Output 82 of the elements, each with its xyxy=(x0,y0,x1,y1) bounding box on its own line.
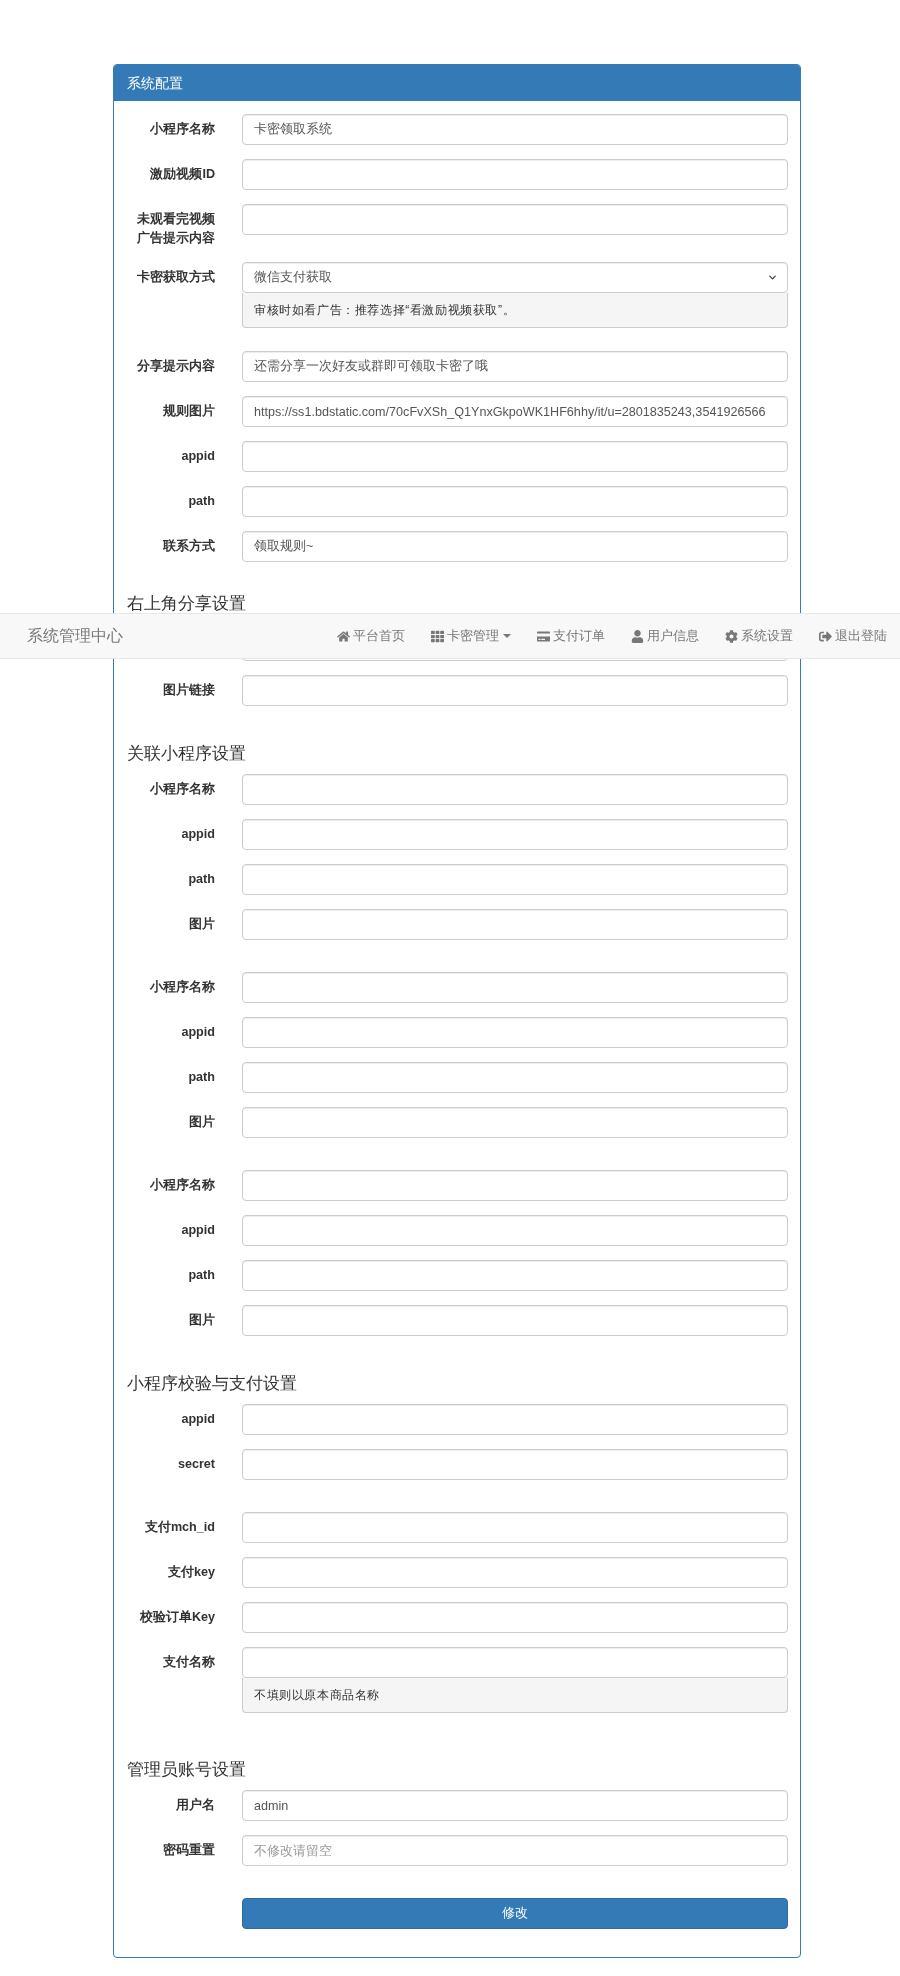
field-label: 联系方式 xyxy=(163,537,215,555)
panel-header: 系统配置 xyxy=(114,65,800,101)
logout-icon xyxy=(819,629,832,643)
input-field[interactable] xyxy=(242,774,788,805)
settings-icon xyxy=(725,629,738,643)
field-label: 图片 xyxy=(189,916,215,933)
section-heading: 管理员账号设置 xyxy=(127,1759,246,1779)
input-field[interactable] xyxy=(242,1215,788,1246)
field-label: appid xyxy=(181,448,215,465)
field-label: secret xyxy=(177,1456,215,1473)
help-text: 审核时如看广告：推荐选择“看激励视频获取”。 xyxy=(242,293,788,328)
field-label: 卡密获取方式 xyxy=(137,268,215,286)
input-field[interactable] xyxy=(242,441,788,472)
select-field[interactable]: 微信支付获取 xyxy=(242,262,788,293)
credit-card-icon xyxy=(537,629,550,643)
input-field[interactable] xyxy=(242,864,788,895)
input-field[interactable] xyxy=(242,1602,788,1633)
field-label: appid xyxy=(181,1411,215,1428)
input-field[interactable] xyxy=(242,1305,788,1336)
input-field[interactable]: 不修改请留空 xyxy=(242,1835,788,1866)
field-label: 支付名称 xyxy=(163,1654,215,1671)
field-label: 规则图片 xyxy=(163,403,215,420)
chevron-down-icon xyxy=(767,272,778,283)
field-label: path xyxy=(188,871,215,888)
field-label: path xyxy=(188,1267,215,1284)
input-field[interactable]: 还需分享一次好友或群即可领取卡密了哦 xyxy=(242,351,788,382)
field-label: path xyxy=(188,493,215,510)
input-field[interactable] xyxy=(242,1260,788,1291)
brand-title[interactable]: 系统管理中心 xyxy=(27,625,123,647)
field-label: 小程序名称 xyxy=(150,120,215,138)
nav-link[interactable]: 卡密管理 xyxy=(431,627,511,645)
field-label: 用户名 xyxy=(176,1797,215,1814)
field-label: appid xyxy=(181,1024,215,1041)
nav-link[interactable]: 支付订单 xyxy=(537,627,605,645)
nav-link[interactable]: 退出登陆 xyxy=(819,627,887,645)
nav-link[interactable]: 系统设置 xyxy=(725,627,793,645)
field-label: 小程序名称 xyxy=(150,780,215,798)
user-icon xyxy=(631,629,644,643)
field-label: 分享提示内容 xyxy=(137,357,215,375)
input-field[interactable] xyxy=(242,486,788,517)
input-field[interactable] xyxy=(242,1107,788,1138)
nav-link[interactable]: 平台首页 xyxy=(337,627,405,645)
field-label: 图片 xyxy=(189,1114,215,1131)
input-field[interactable]: admin xyxy=(242,1790,788,1821)
submit-button[interactable]: 修改 xyxy=(242,1898,788,1929)
input-field[interactable] xyxy=(242,1449,788,1480)
field-label: appid xyxy=(181,1222,215,1239)
field-label: 图片 xyxy=(189,1312,215,1329)
input-field[interactable] xyxy=(242,204,788,235)
field-label: 激励视频ID xyxy=(150,166,215,183)
input-field[interactable]: https://ss1.bdstatic.com/70cFvXSh_Q1YnxGkpoWK1HF6hhy/it/u=2801835243,3541926566 xyxy=(242,396,788,427)
home-icon xyxy=(337,629,350,643)
input-field[interactable] xyxy=(242,1647,788,1678)
help-text: 不填则以原本商品名称 xyxy=(242,1678,788,1713)
input-field[interactable] xyxy=(242,909,788,940)
section-heading: 小程序校验与支付设置 xyxy=(127,1373,297,1393)
section-heading: 关联小程序设置 xyxy=(127,743,246,763)
field-label: 校验订单Key xyxy=(139,1609,215,1626)
field-label: 支付mch_id xyxy=(144,1519,215,1536)
input-field[interactable]: 领取规则~ xyxy=(242,531,788,562)
field-label: 密码重置 xyxy=(163,1842,215,1859)
field-label: 支付key xyxy=(168,1564,215,1581)
input-field[interactable] xyxy=(242,159,788,190)
field-label: 图片链接 xyxy=(163,682,215,699)
input-field[interactable] xyxy=(242,1557,788,1588)
input-field[interactable]: 卡密领取系统 xyxy=(242,114,788,145)
field-label: 小程序名称 xyxy=(150,1176,215,1194)
input-field[interactable] xyxy=(242,1512,788,1543)
field-label: path xyxy=(188,1069,215,1086)
input-field[interactable] xyxy=(242,972,788,1003)
input-field[interactable] xyxy=(242,1017,788,1048)
grid-icon xyxy=(431,629,444,643)
section-heading: 右上角分享设置 xyxy=(127,594,246,612)
field-label: 未观看完视频广告提示内容 xyxy=(136,210,215,247)
input-field[interactable] xyxy=(242,819,788,850)
field-label: 小程序名称 xyxy=(150,978,215,996)
input-field[interactable] xyxy=(242,1170,788,1201)
nav-link[interactable]: 用户信息 xyxy=(631,627,699,645)
field-label: appid xyxy=(181,826,215,843)
input-field[interactable] xyxy=(242,1404,788,1435)
input-field[interactable] xyxy=(242,1062,788,1093)
input-field[interactable] xyxy=(242,675,788,706)
